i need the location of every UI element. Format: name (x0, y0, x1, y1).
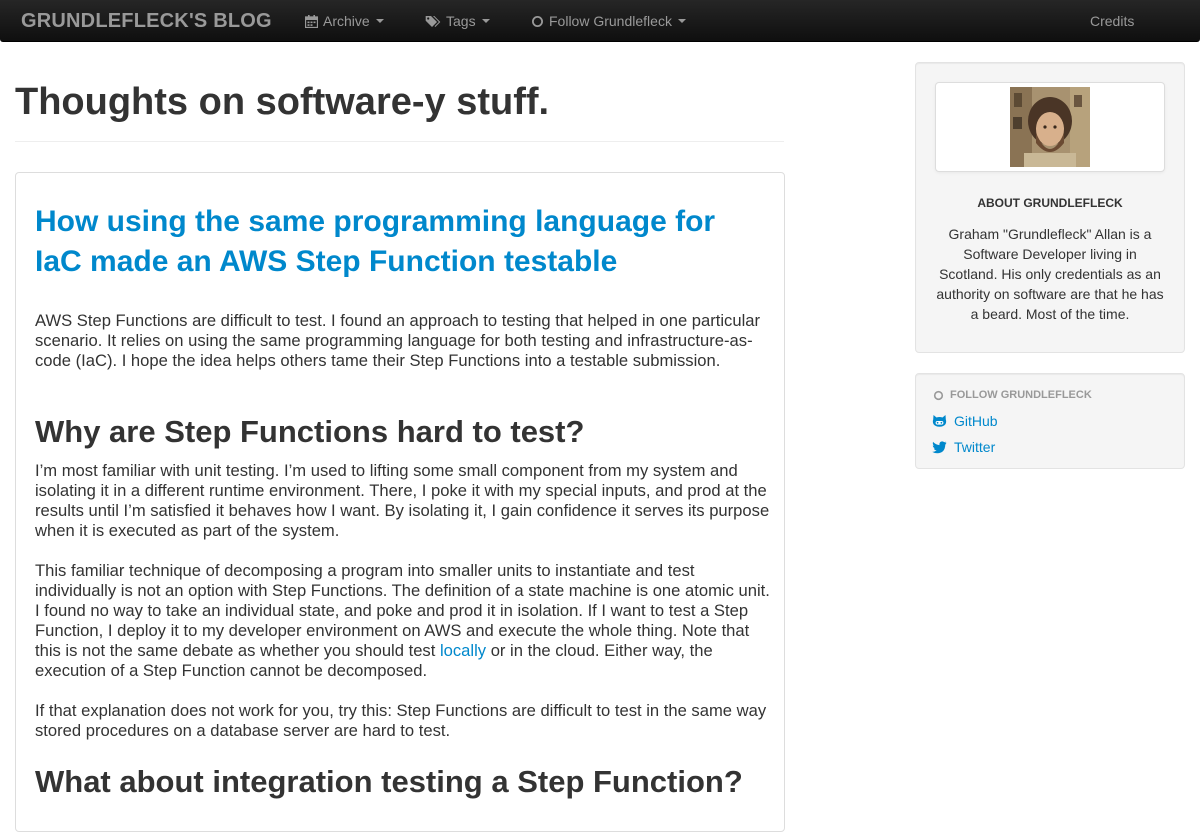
circle-icon (531, 15, 544, 28)
about-heading: ABOUT GRUNDLEFLECK (977, 196, 1123, 210)
post-paragraph: If that explanation does not work for yo… (35, 701, 767, 740)
post-paragraph: I’m most familiar with unit testing. I’m… (35, 461, 770, 540)
locally-link[interactable]: locally (440, 641, 486, 660)
blog-brand-link[interactable]: GRUNDLEFLECK'S BLOG (21, 10, 272, 33)
github-link[interactable]: GitHub (932, 413, 998, 429)
section-heading-why-hard: Why are Step Functions hard to test? (35, 414, 585, 449)
twitter-link-label: Twitter (954, 439, 996, 455)
nav-tags-dropdown[interactable]: Tags (425, 13, 490, 29)
nav-credits-link[interactable]: Credits (1090, 13, 1134, 29)
github-link-label: GitHub (954, 413, 998, 429)
chevron-down-icon (375, 19, 384, 23)
nav-follow-label: Follow Grundlefleck (549, 13, 672, 29)
section-heading-integration-testing: What about integration testing a Step Fu… (35, 764, 743, 799)
avatar (1010, 87, 1090, 167)
nav-tags-label: Tags (446, 13, 476, 29)
circle-icon (933, 390, 944, 401)
post-intro-paragraph: AWS Step Functions are difficult to test… (35, 311, 761, 370)
page-title: Thoughts on software-y stuff. (15, 81, 550, 123)
top-navbar: GRUNDLEFLECK'S BLOG Archive Tags Follow … (0, 0, 1200, 42)
nav-follow-dropdown[interactable]: Follow Grundlefleck (531, 13, 686, 29)
post-title-link[interactable]: How using the same programming language … (35, 202, 765, 282)
tags-icon (425, 15, 441, 28)
title-divider (15, 141, 784, 142)
nav-archive-label: Archive (323, 13, 370, 29)
follow-heading-label: FOLLOW GRUNDLEFLECK (950, 389, 1092, 401)
nav-archive-dropdown[interactable]: Archive (305, 13, 384, 29)
follow-heading: FOLLOW GRUNDLEFLECK (933, 389, 1092, 401)
github-icon (932, 414, 947, 428)
chevron-down-icon (481, 19, 490, 23)
chevron-down-icon (677, 19, 686, 23)
calendar-icon (305, 14, 318, 28)
twitter-link[interactable]: Twitter (932, 439, 995, 455)
post-paragraph: This familiar technique of decomposing a… (35, 561, 770, 681)
twitter-icon (932, 440, 947, 454)
about-text: Graham "Grundlefleck" Allan is a Softwar… (936, 226, 1164, 322)
